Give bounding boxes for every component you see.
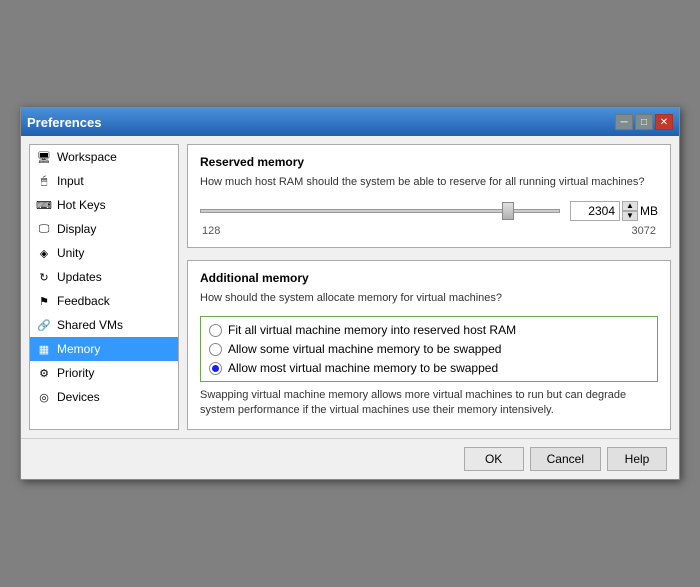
- updates-icon: ↻: [36, 269, 52, 285]
- window-body: 🖥 Workspace 🖱 Input ⌨ Hot Keys 🖵 Display…: [21, 136, 679, 479]
- sidebar-label-memory: Memory: [57, 342, 100, 356]
- window-title: Preferences: [27, 115, 101, 130]
- sidebar-label-display: Display: [57, 222, 96, 236]
- main-panel: Reserved memory How much host RAM should…: [187, 144, 671, 430]
- input-icon: 🖱: [36, 173, 52, 189]
- swap-note: Swapping virtual machine memory allows m…: [200, 388, 658, 419]
- reserved-memory-desc: How much host RAM should the system be a…: [200, 175, 658, 190]
- sidebar-item-updates[interactable]: ↻ Updates: [30, 265, 178, 289]
- footer: OK Cancel Help: [21, 438, 679, 479]
- sidebar-item-priority[interactable]: ⚙ Priority: [30, 361, 178, 385]
- close-button[interactable]: ✕: [655, 114, 673, 130]
- sidebar-item-unity[interactable]: ◈ Unity: [30, 241, 178, 265]
- sidebar: 🖥 Workspace 🖱 Input ⌨ Hot Keys 🖵 Display…: [29, 144, 179, 430]
- sidebar-item-workspace[interactable]: 🖥 Workspace: [30, 145, 178, 169]
- sidebar-label-sharedvms: Shared VMs: [57, 318, 123, 332]
- additional-memory-title: Additional memory: [200, 271, 658, 285]
- preferences-window: Preferences ─ □ ✕ 🖥 Workspace 🖱 Input ⌨: [20, 107, 680, 480]
- sidebar-item-sharedvms[interactable]: 🔗 Shared VMs: [30, 313, 178, 337]
- spinner-down-button[interactable]: ▼: [622, 211, 638, 221]
- title-bar-controls: ─ □ ✕: [615, 114, 673, 130]
- maximize-button[interactable]: □: [635, 114, 653, 130]
- radio-group: Fit all virtual machine memory into rese…: [200, 316, 658, 382]
- slider-track[interactable]: [200, 209, 560, 213]
- sidebar-item-memory[interactable]: ▦ Memory: [30, 337, 178, 361]
- sharedvms-icon: 🔗: [36, 317, 52, 333]
- devices-icon: ◎: [36, 389, 52, 405]
- radio-most[interactable]: Allow most virtual machine memory to be …: [209, 361, 649, 375]
- slider-thumb[interactable]: [502, 202, 514, 220]
- additional-memory-section: Additional memory How should the system …: [187, 260, 671, 430]
- radio-label-fit: Fit all virtual machine memory into rese…: [228, 323, 516, 337]
- radio-circle-some: [209, 343, 222, 356]
- sidebar-item-input[interactable]: 🖱 Input: [30, 169, 178, 193]
- radio-circle-most: [209, 362, 222, 375]
- spinner-up-button[interactable]: ▲: [622, 201, 638, 211]
- display-icon: 🖵: [36, 221, 52, 237]
- radio-fit[interactable]: Fit all virtual machine memory into rese…: [209, 323, 649, 337]
- help-button[interactable]: Help: [607, 447, 667, 471]
- sidebar-label-unity: Unity: [57, 246, 84, 260]
- sidebar-label-priority: Priority: [57, 366, 94, 380]
- ok-button[interactable]: OK: [464, 447, 524, 471]
- reserved-memory-section: Reserved memory How much host RAM should…: [187, 144, 671, 247]
- sidebar-label-hotkeys: Hot Keys: [57, 198, 106, 212]
- sidebar-item-hotkeys[interactable]: ⌨ Hot Keys: [30, 193, 178, 217]
- sidebar-item-feedback[interactable]: ⚑ Feedback: [30, 289, 178, 313]
- cancel-button[interactable]: Cancel: [530, 447, 601, 471]
- memory-value-input[interactable]: [570, 201, 620, 221]
- priority-icon: ⚙: [36, 365, 52, 381]
- slider-range: 128 3072: [200, 225, 658, 237]
- sidebar-label-feedback: Feedback: [57, 294, 110, 308]
- slider-container: ▲ ▼ MB: [200, 201, 658, 221]
- slider-min-label: 128: [202, 225, 220, 237]
- title-bar: Preferences ─ □ ✕: [21, 108, 679, 136]
- minimize-button[interactable]: ─: [615, 114, 633, 130]
- radio-some[interactable]: Allow some virtual machine memory to be …: [209, 342, 649, 356]
- sidebar-label-workspace: Workspace: [57, 150, 117, 164]
- hotkeys-icon: ⌨: [36, 197, 52, 213]
- radio-label-most: Allow most virtual machine memory to be …: [228, 361, 498, 375]
- sidebar-label-input: Input: [57, 174, 84, 188]
- slider-max-label: 3072: [632, 225, 656, 237]
- sidebar-label-updates: Updates: [57, 270, 102, 284]
- radio-circle-fit: [209, 324, 222, 337]
- memory-icon: ▦: [36, 341, 52, 357]
- content-area: 🖥 Workspace 🖱 Input ⌨ Hot Keys 🖵 Display…: [21, 136, 679, 438]
- radio-label-some: Allow some virtual machine memory to be …: [228, 342, 501, 356]
- spinner-group: ▲ ▼ MB: [570, 201, 658, 221]
- reserved-memory-title: Reserved memory: [200, 155, 658, 169]
- mb-label: MB: [640, 204, 658, 218]
- feedback-icon: ⚑: [36, 293, 52, 309]
- sidebar-item-display[interactable]: 🖵 Display: [30, 217, 178, 241]
- unity-icon: ◈: [36, 245, 52, 261]
- sidebar-label-devices: Devices: [57, 390, 100, 404]
- sidebar-item-devices[interactable]: ◎ Devices: [30, 385, 178, 409]
- spinner-buttons: ▲ ▼: [622, 201, 638, 221]
- additional-memory-desc: How should the system allocate memory fo…: [200, 291, 658, 306]
- workspace-icon: 🖥: [36, 149, 52, 165]
